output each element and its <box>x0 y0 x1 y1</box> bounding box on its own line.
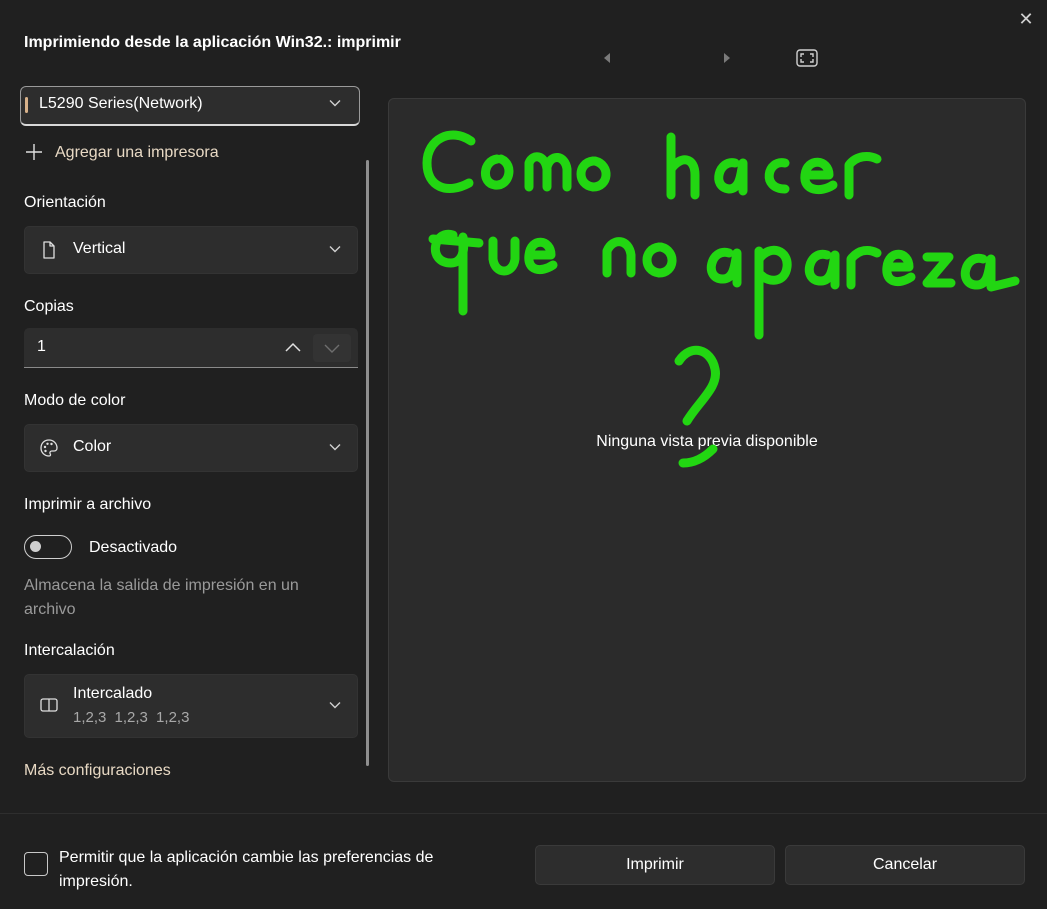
more-settings-link[interactable]: Más configuraciones <box>24 762 171 780</box>
print-to-file-description: Almacena la salida de impresión en un ar… <box>24 577 299 618</box>
collation-dropdown[interactable]: Intercalado 1,2,3 1,2,3 1,2,3 <box>24 674 358 738</box>
printer-selected-label: L5290 Series(Network) <box>39 95 203 112</box>
close-icon[interactable]: ✕ <box>1014 8 1038 32</box>
copies-value[interactable]: 1 <box>37 338 46 356</box>
color-mode-value: Color <box>73 438 112 455</box>
color-mode-label: Modo de color <box>24 392 126 409</box>
print-to-file-label: Imprimir a archivo <box>24 496 152 513</box>
add-printer-label: Agregar una impresora <box>55 144 219 161</box>
orientation-label: Orientación <box>24 194 106 211</box>
print-button[interactable]: Imprimir <box>535 845 775 885</box>
settings-scrollbar[interactable] <box>366 160 369 766</box>
chevron-down-icon[interactable] <box>313 334 351 362</box>
print-to-file-toggle[interactable] <box>24 535 72 559</box>
collation-order: 1,2,3 1,2,3 1,2,3 <box>73 709 190 726</box>
plus-icon <box>26 144 42 160</box>
handwritten-note <box>422 130 1020 468</box>
page-icon <box>43 241 55 259</box>
print-preview-area: Ninguna vista previa disponible <box>388 98 1026 782</box>
next-page-icon[interactable] <box>720 51 734 65</box>
chevron-down-icon <box>329 100 341 107</box>
orientation-dropdown[interactable]: Vertical <box>24 226 358 274</box>
previous-page-icon[interactable] <box>600 51 614 65</box>
printer-accent-marker <box>25 97 28 113</box>
palette-icon <box>40 439 58 457</box>
collation-value: Intercalado <box>73 685 153 702</box>
chevron-down-icon <box>329 444 341 451</box>
color-mode-dropdown[interactable]: Color <box>24 424 358 472</box>
allow-app-preferences-label: Permitir que la aplicación cambie las pr… <box>59 849 434 890</box>
chevron-down-icon <box>329 702 341 709</box>
fit-to-page-icon[interactable] <box>796 49 818 67</box>
printer-dropdown[interactable]: L5290 Series(Network) <box>20 86 360 126</box>
chevron-up-icon[interactable] <box>278 334 308 362</box>
cancel-button[interactable]: Cancelar <box>785 845 1025 885</box>
copies-stepper[interactable]: 1 <box>24 328 358 368</box>
toggle-knob <box>30 541 41 552</box>
orientation-value: Vertical <box>73 240 126 257</box>
dialog-title: Imprimiendo desde la aplicación Win32.: … <box>24 34 401 51</box>
toggle-state-label: Desactivado <box>89 539 178 556</box>
collate-pages-icon <box>40 698 58 712</box>
collation-label: Intercalación <box>24 642 115 659</box>
copies-label: Copias <box>24 298 74 315</box>
chevron-down-icon <box>329 246 341 253</box>
allow-app-preferences-checkbox[interactable] <box>24 852 48 876</box>
